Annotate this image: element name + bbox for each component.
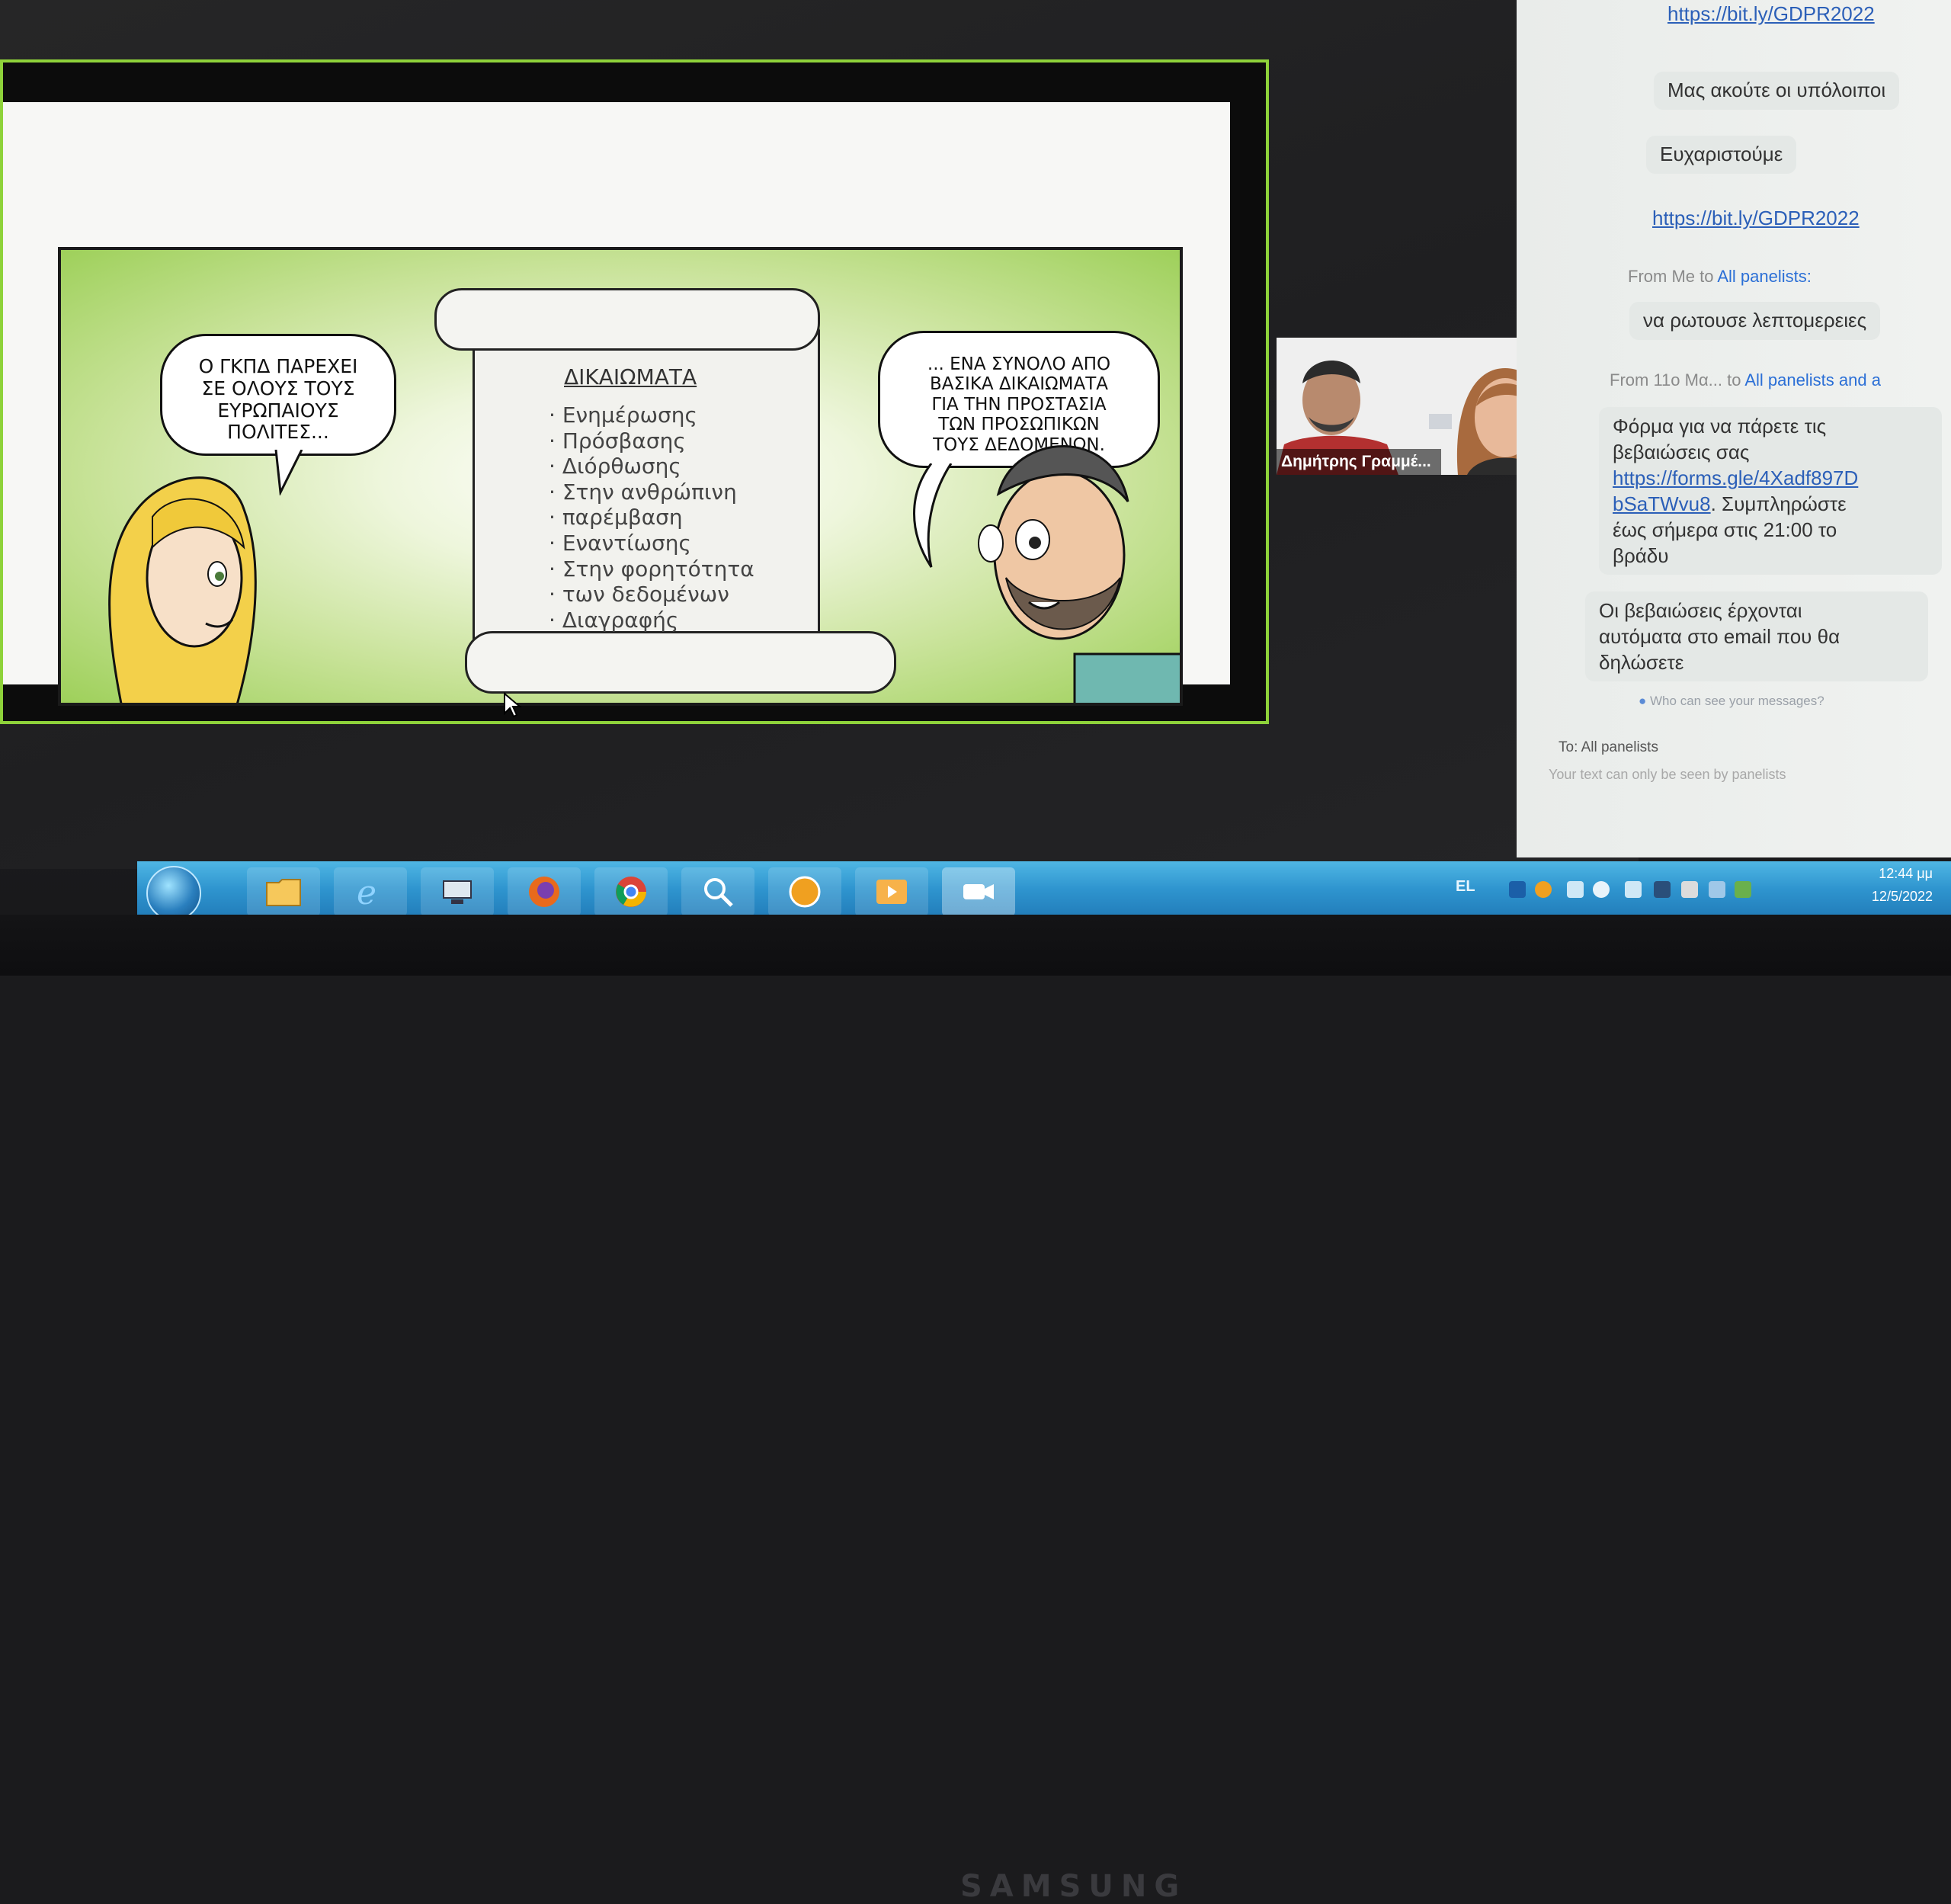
tray-network-icon[interactable] xyxy=(1567,881,1584,898)
people-icon: ● xyxy=(1639,694,1647,708)
meta-target[interactable]: All panelists: xyxy=(1717,267,1812,286)
chat-message: https://bit.ly/GDPR2022 xyxy=(1639,200,1873,238)
firefox-icon xyxy=(529,877,559,907)
meta-prefix: From Me to xyxy=(1628,267,1718,286)
monitor-bottom-bezel: SAMSUNG xyxy=(0,915,1951,1904)
rights-item: Στην φορητότητα xyxy=(549,556,754,582)
meta-target[interactable]: All panelists and a xyxy=(1744,370,1881,389)
bubble-right-line: ... ΕΝΑ ΣΥΝΟΛΟ ΑΠΟ xyxy=(927,354,1111,374)
bubble-left-line: Ο ΓΚΠΔ ΠΑΡΕΧΕΙ xyxy=(198,355,358,377)
tray-app-icon[interactable] xyxy=(1681,881,1698,898)
chat-link[interactable]: bSaTWvu8 xyxy=(1613,492,1711,515)
rights-item: Εναντίωσης xyxy=(549,530,754,556)
msg-line: βεβαιώσεις σας xyxy=(1613,441,1750,463)
rights-item: Στην ανθρώπινη xyxy=(549,479,754,505)
chat-message: Οι βεβαιώσεις έρχονται αυτόματα στο emai… xyxy=(1585,591,1928,681)
taskbar-app-firefox[interactable] xyxy=(508,867,581,916)
monitor-brand-logo: SAMSUNG xyxy=(960,1869,1187,1904)
presentation-slide: Ο ΓΚΠΔ ΠΑΡΕΧΕΙ ΣΕ ΟΛΟΥΣ ΤΟΥΣ ΕΥΡΩΠΑΙΟΥΣ … xyxy=(3,102,1230,706)
system-tray: EL 12:44 μμ 12/5/2022 xyxy=(1456,861,1951,922)
action-center-icon[interactable] xyxy=(1709,881,1725,898)
taskbar-app-ie[interactable]: e xyxy=(334,867,407,916)
tray-app-icon[interactable] xyxy=(1535,881,1552,898)
chat-sender-meta: From 11ο Μα... to All panelists and a xyxy=(1610,370,1881,390)
meta-prefix: From 11ο Μα... to xyxy=(1610,370,1745,389)
rights-item: των δεδομένων xyxy=(549,582,754,607)
taskbar-app-folder[interactable] xyxy=(247,867,320,916)
clock-time[interactable]: 12:44 μμ xyxy=(1879,866,1933,882)
network-icon xyxy=(443,880,472,904)
scroll-roll-top xyxy=(434,288,820,351)
windows-taskbar: e EL 12:44 μμ 12/5/2022 xyxy=(137,861,1951,922)
rights-item: Ενημέρωσης xyxy=(549,402,754,428)
who-can-see-link[interactable]: ● Who can see your messages? xyxy=(1639,694,1824,709)
clock-date[interactable]: 12/5/2022 xyxy=(1872,889,1933,905)
bubble-left-line: ΣΕ ΟΛΟΥΣ ΤΟΥΣ xyxy=(201,377,355,399)
chat-message: Ευχαριστούμε xyxy=(1646,136,1797,174)
speech-bubble-left: Ο ΓΚΠΔ ΠΑΡΕΧΕΙ ΣΕ ΟΛΟΥΣ ΤΟΥΣ ΕΥΡΩΠΑΙΟΥΣ … xyxy=(160,334,396,456)
chat-panel: https://bit.ly/GDPR2022 Μας ακούτε οι υπ… xyxy=(1517,0,1951,857)
bearded-character-illustration xyxy=(978,445,1180,703)
taskbar-app-search[interactable] xyxy=(681,867,754,916)
tray-app-icon[interactable] xyxy=(1654,881,1671,898)
bubble-right-line: ΒΑΣΙΚΑ ΔΙΚΑΙΩΜΑΤΑ xyxy=(929,374,1108,395)
bubble-left-line: ΠΟΛΙΤΕΣ... xyxy=(227,421,329,444)
participant-name-label: Δημήτρης Γραμμέ... xyxy=(1277,449,1441,475)
taskbar-app-media[interactable] xyxy=(855,867,928,916)
tray-app-icon[interactable] xyxy=(1509,881,1526,898)
chat-link[interactable]: https://bit.ly/GDPR2022 xyxy=(1652,207,1860,229)
taskbar-app-chrome[interactable] xyxy=(594,867,668,916)
chat-link[interactable]: https://forms.gle/4Xadf897D xyxy=(1613,466,1858,489)
internet-explorer-icon: e xyxy=(357,873,376,910)
chat-message: Μας ακούτε οι υπόλοιποι xyxy=(1654,72,1900,110)
tray-app-icon[interactable] xyxy=(1625,881,1642,898)
recipient-selector[interactable]: To: All panelists xyxy=(1559,739,1658,756)
msg-line: αυτόματα στο email που θα xyxy=(1599,625,1840,648)
language-indicator[interactable]: EL xyxy=(1456,878,1475,896)
app-orange-icon xyxy=(789,876,821,908)
msg-line: έως σήμερα στις 21:00 το xyxy=(1613,518,1837,541)
chat-message: Φόρμα για να πάρετε τις βεβαιώσεις σας h… xyxy=(1599,407,1942,575)
msg-line: Οι βεβαιώσεις έρχονται xyxy=(1599,599,1802,622)
start-button[interactable] xyxy=(146,866,201,921)
flag-icon[interactable] xyxy=(1735,881,1751,898)
chat-sender-meta: From Me to All panelists: xyxy=(1628,267,1812,287)
chat-message: https://bit.ly/GDPR2022 xyxy=(1654,0,1889,34)
media-player-icon xyxy=(876,880,907,904)
speech-tail-right xyxy=(913,463,953,568)
chat-link[interactable]: https://bit.ly/GDPR2022 xyxy=(1667,2,1875,25)
comic-panel: Ο ΓΚΠΔ ΠΑΡΕΧΕΙ ΣΕ ΟΛΟΥΣ ΤΟΥΣ ΕΥΡΩΠΑΙΟΥΣ … xyxy=(58,247,1183,706)
taskbar-app-meeting[interactable] xyxy=(942,867,1015,916)
folder-icon xyxy=(266,879,301,906)
search-app-icon xyxy=(704,878,733,907)
taskbar-app-orange[interactable] xyxy=(768,867,841,916)
volume-icon[interactable] xyxy=(1593,881,1610,898)
msg-text: . Συμπληρώστε xyxy=(1710,492,1847,515)
rights-item: παρέμβαση xyxy=(549,505,754,530)
chat-compose-input[interactable]: Your text can only be seen by panelists xyxy=(1549,767,1786,783)
rights-item: Πρόσβασης xyxy=(549,428,754,454)
scroll-roll-bottom xyxy=(465,631,896,694)
rights-list: Ενημέρωσης Πρόσβασης Διόρθωσης Στην ανθρ… xyxy=(549,402,754,633)
chat-message: να ρωτουσε λεπτομερειες xyxy=(1629,302,1881,340)
video-meeting-icon xyxy=(963,884,994,899)
mouse-cursor-icon xyxy=(504,692,522,718)
scroll-title: ΔΙΚΑΙΩΜΑΤΑ xyxy=(564,364,697,389)
svg-text:e: e xyxy=(357,873,376,910)
taskbar-app-network[interactable] xyxy=(421,867,494,916)
chrome-icon xyxy=(616,877,646,907)
who-can-see-text: Who can see your messages? xyxy=(1650,694,1824,708)
bubble-left-line: ΕΥΡΩΠΑΙΟΥΣ xyxy=(217,399,339,422)
shared-screen-viewer[interactable]: Ο ΓΚΠΔ ΠΑΡΕΧΕΙ ΣΕ ΟΛΟΥΣ ΤΟΥΣ ΕΥΡΩΠΑΙΟΥΣ … xyxy=(0,59,1269,724)
msg-line: βράδυ xyxy=(1613,544,1669,567)
speech-tail-left xyxy=(274,450,303,495)
msg-line: Φόρμα για να πάρετε τις xyxy=(1613,415,1827,438)
rights-item: Διαγραφής xyxy=(549,607,754,633)
rights-item: Διόρθωσης xyxy=(549,454,754,479)
msg-line: δηλώσετε xyxy=(1599,651,1684,674)
